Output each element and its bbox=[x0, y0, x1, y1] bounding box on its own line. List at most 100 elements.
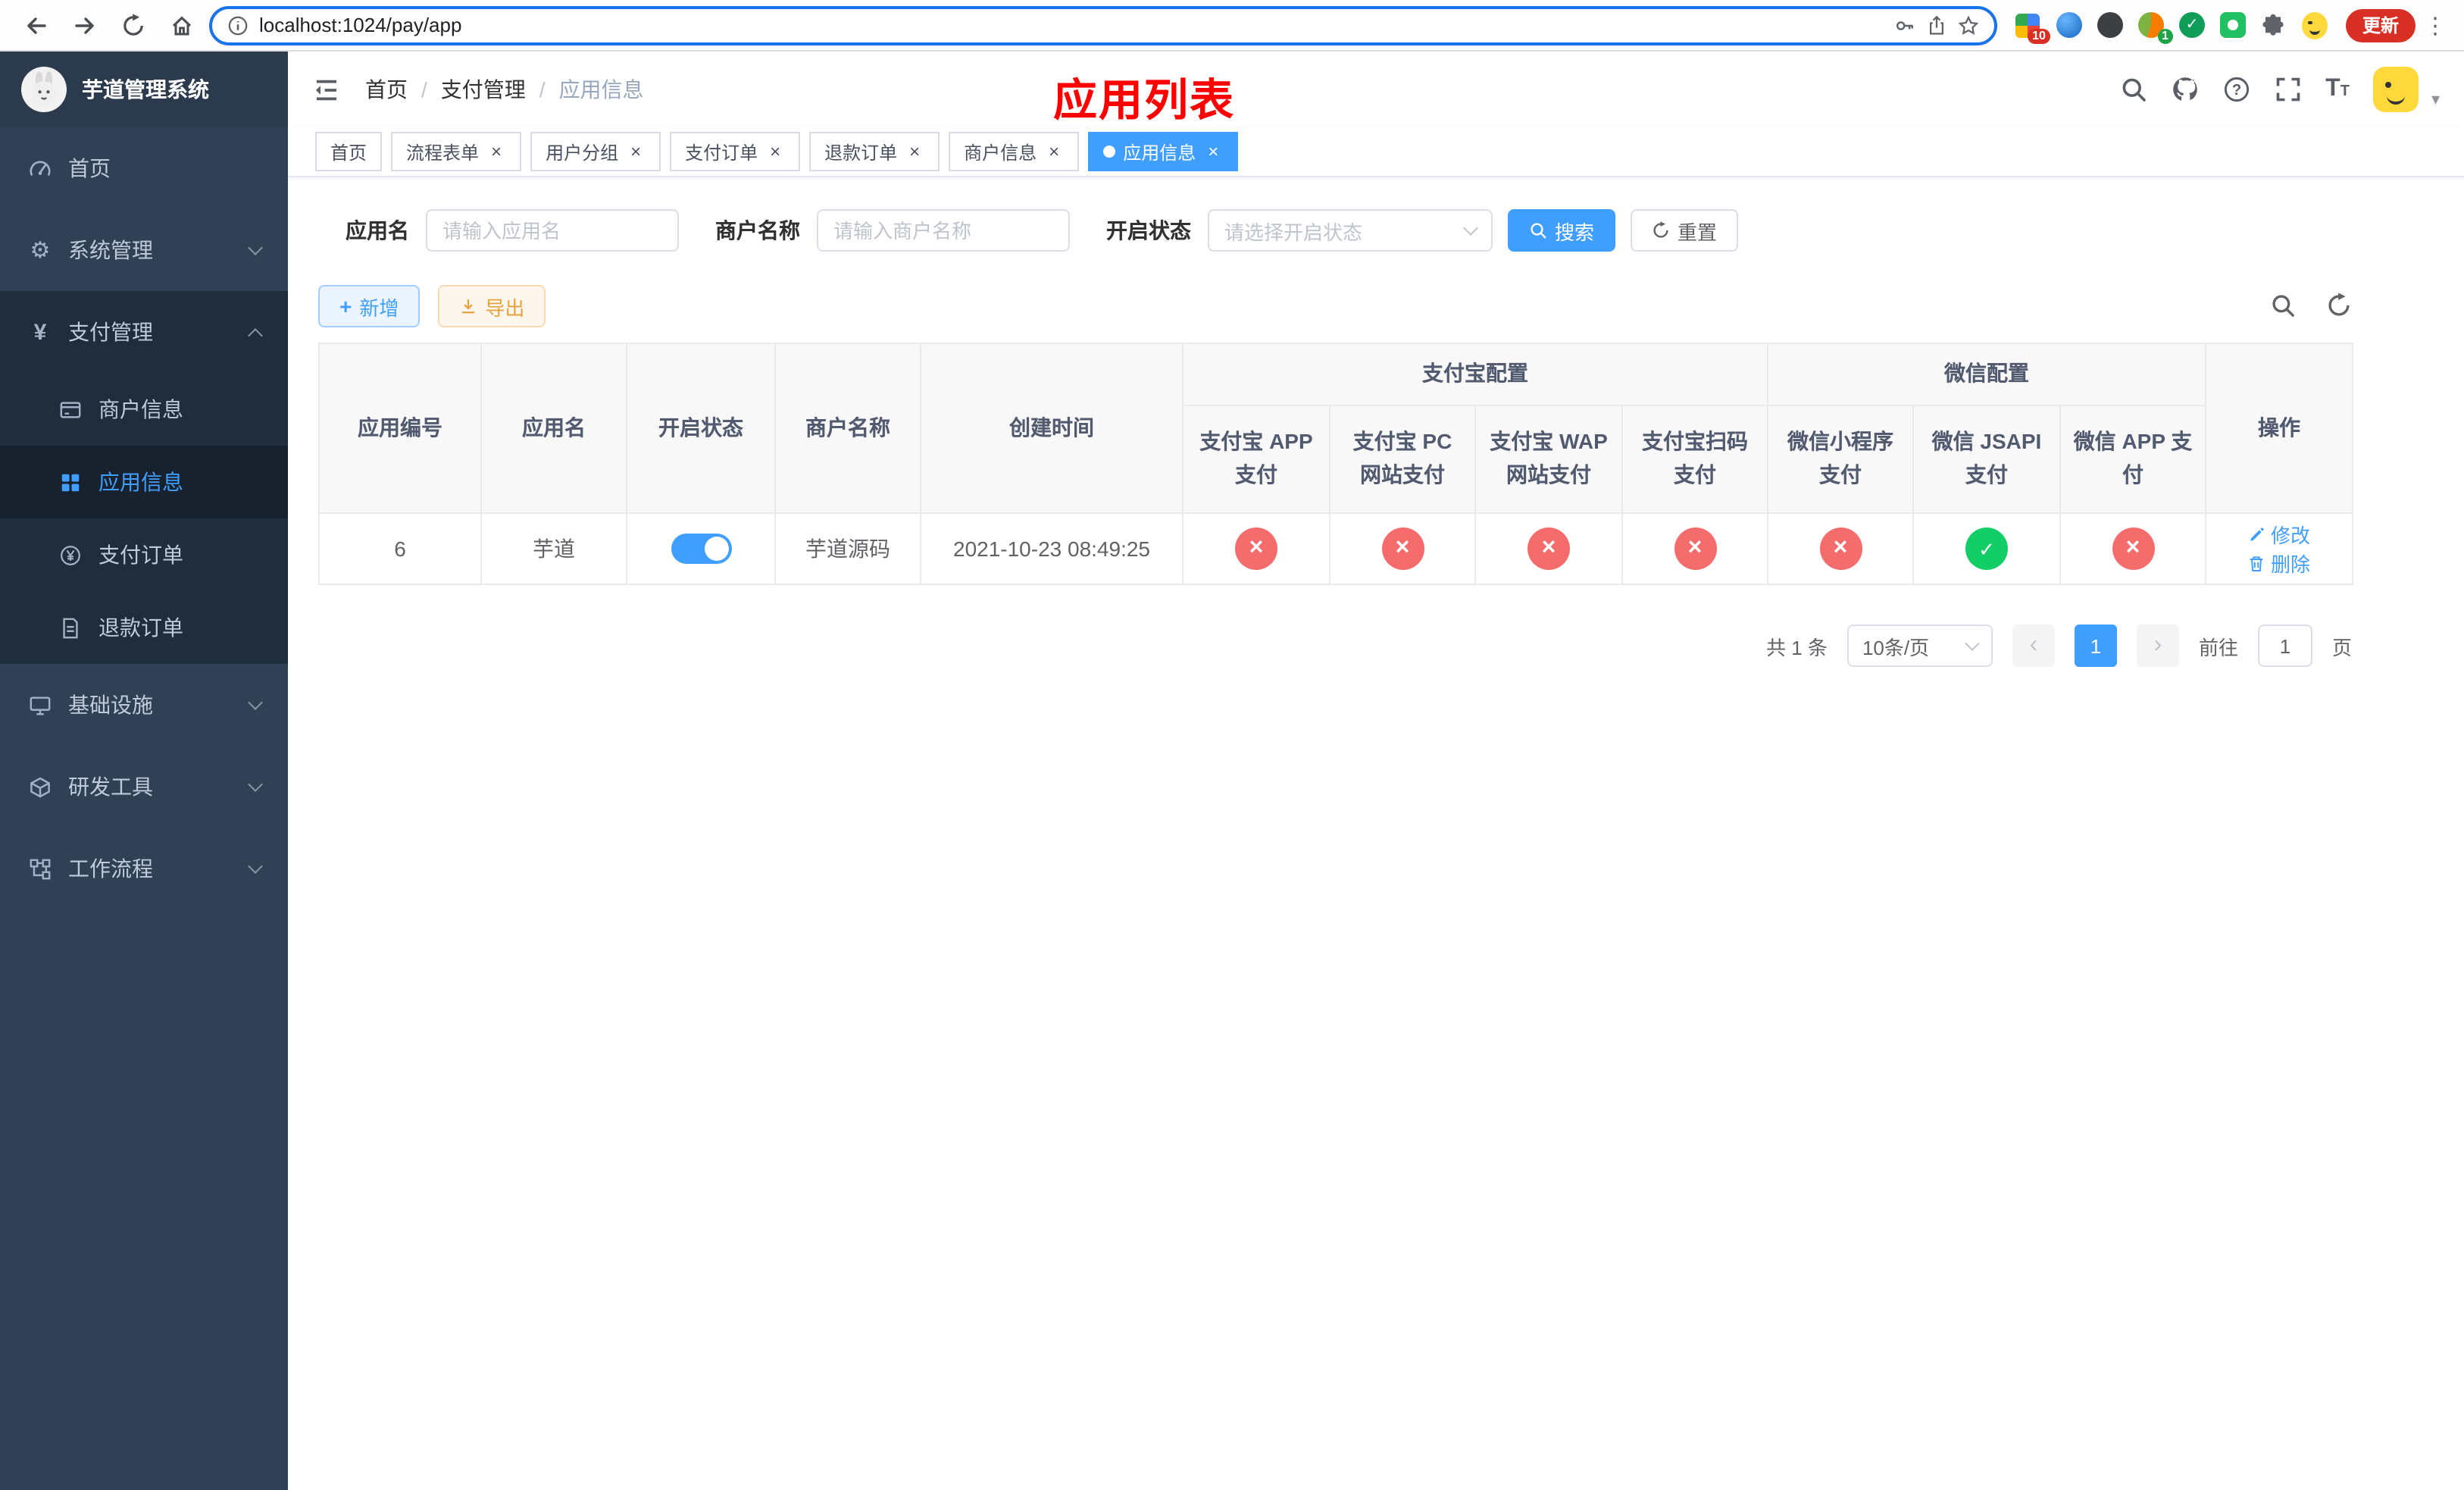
tab-home[interactable]: 首页 bbox=[315, 132, 383, 171]
col-wechat-jsapi: 微信 JSAPI 支付 bbox=[1912, 405, 2061, 514]
site-info-icon[interactable] bbox=[227, 14, 249, 36]
chevron-up-icon bbox=[248, 327, 263, 343]
status-label: 开启状态 bbox=[1106, 218, 1191, 243]
page-unit-label: 页 bbox=[2331, 636, 2352, 659]
chevron-down-icon bbox=[248, 239, 263, 255]
tab-app-info[interactable]: 应用信息 × bbox=[1088, 132, 1239, 171]
reload-button[interactable] bbox=[112, 4, 155, 46]
extension-badge: 10 bbox=[2028, 29, 2050, 44]
caret-down-icon[interactable]: ▾ bbox=[2431, 89, 2440, 112]
sidebar-item-home[interactable]: 首页 bbox=[0, 127, 288, 209]
extension-icon-avatar[interactable]: 1 bbox=[2137, 12, 2173, 44]
tab-refund-order[interactable]: 退款订单 × bbox=[809, 132, 940, 171]
bookmark-star-icon[interactable] bbox=[1958, 14, 1979, 36]
plus-icon: + bbox=[339, 294, 352, 318]
col-alipay-pc: 支付宝 PC 网站支付 bbox=[1329, 405, 1476, 514]
status-toggle[interactable] bbox=[671, 534, 731, 564]
share-icon[interactable] bbox=[1926, 14, 1947, 36]
edit-link[interactable]: 修改 bbox=[2248, 520, 2310, 549]
prev-page-button[interactable]: ‹ bbox=[2012, 624, 2055, 667]
extension-icon-grid[interactable]: 10 bbox=[2015, 12, 2050, 44]
next-page-button[interactable]: › bbox=[2136, 624, 2179, 667]
user-avatar[interactable] bbox=[2373, 67, 2419, 112]
alipay-wap-status-icon bbox=[1527, 527, 1570, 570]
col-wechat-mini: 微信小程序支付 bbox=[1767, 405, 1914, 514]
search-button[interactable]: 搜索 bbox=[1508, 209, 1616, 252]
reset-button[interactable]: 重置 bbox=[1631, 209, 1739, 252]
tab-user-group[interactable]: 用户分组 × bbox=[530, 132, 661, 171]
yen-icon: ¥ bbox=[33, 319, 47, 345]
close-icon[interactable]: × bbox=[486, 142, 506, 161]
goto-page-input[interactable] bbox=[2257, 624, 2312, 667]
goto-label: 前往 bbox=[2198, 636, 2238, 659]
close-icon[interactable]: × bbox=[1203, 142, 1223, 161]
font-size-icon[interactable]: TT bbox=[2325, 77, 2350, 102]
tab-payment-order[interactable]: 支付订单 × bbox=[670, 132, 801, 171]
close-icon[interactable]: × bbox=[905, 142, 924, 161]
close-icon[interactable]: × bbox=[626, 142, 646, 161]
extension-icon-green-check[interactable]: ✓ bbox=[2178, 12, 2205, 38]
sidebar-item-payment[interactable]: ¥ 支付管理 bbox=[0, 291, 288, 373]
extensions-puzzle-icon[interactable] bbox=[2261, 12, 2287, 38]
sidebar-item-workflow[interactable]: 工作流程 bbox=[0, 828, 288, 909]
search-icon[interactable] bbox=[2119, 76, 2147, 103]
app-logo-row[interactable]: 芋道管理系统 bbox=[0, 52, 288, 127]
address-bar[interactable]: localhost:1024/pay/app bbox=[209, 5, 1997, 45]
add-button[interactable]: + 新增 bbox=[318, 285, 421, 327]
tab-merchant-info[interactable]: 商户信息 × bbox=[949, 132, 1080, 171]
refresh-table-icon[interactable] bbox=[2326, 293, 2352, 320]
forward-button[interactable] bbox=[64, 4, 106, 46]
sidebar-subitem-app-info[interactable]: 应用信息 bbox=[0, 446, 288, 518]
tags-view-bar: 首页 流程表单 × 用户分组 × 支付订单 × 退款订单 × 商户信息 × 应用信息 × bbox=[288, 127, 2464, 177]
col-alipay-qr: 支付宝扫码支付 bbox=[1621, 405, 1768, 514]
close-icon[interactable]: × bbox=[765, 142, 785, 161]
password-key-icon[interactable] bbox=[1894, 14, 1915, 36]
delete-link[interactable]: 删除 bbox=[2248, 549, 2310, 578]
sidebar-subitem-refund-order[interactable]: 退款订单 bbox=[0, 591, 288, 664]
breadcrumb-item-home[interactable]: 首页 bbox=[365, 74, 408, 105]
total-count: 共 1 条 bbox=[1766, 636, 1828, 659]
browser-toolbar: localhost:1024/pay/app 10 1 ✓ 更新 ⋮ bbox=[0, 0, 2464, 52]
cell-app-name: 芋道 bbox=[480, 512, 627, 585]
browser-menu-button[interactable]: ⋮ bbox=[2422, 11, 2449, 39]
help-icon[interactable] bbox=[2222, 76, 2250, 103]
back-button[interactable] bbox=[15, 4, 58, 46]
sidebar-toggle-button[interactable] bbox=[312, 75, 341, 104]
merchant-name-input[interactable] bbox=[817, 209, 1070, 252]
page-size-select[interactable]: 10条/页 bbox=[1846, 624, 1993, 667]
tab-process-form[interactable]: 流程表单 × bbox=[391, 132, 522, 171]
extension-icon-blue[interactable] bbox=[2056, 12, 2082, 38]
cell-merchant: 芋道源码 bbox=[774, 512, 921, 585]
close-icon[interactable]: × bbox=[1044, 142, 1064, 161]
document-icon bbox=[58, 616, 83, 639]
wechat-mini-status-icon bbox=[1819, 527, 1862, 570]
active-dot bbox=[1103, 146, 1116, 158]
breadcrumb-item-payment[interactable]: 支付管理 bbox=[441, 74, 526, 105]
status-select[interactable]: 请选择开启状态 bbox=[1208, 209, 1493, 252]
toggle-search-icon[interactable] bbox=[2270, 293, 2296, 320]
browser-profile-avatar[interactable] bbox=[2301, 11, 2328, 39]
sidebar-subitem-merchant-info[interactable]: 商户信息 bbox=[0, 373, 288, 446]
browser-update-button[interactable]: 更新 bbox=[2345, 8, 2416, 42]
fullscreen-icon[interactable] bbox=[2274, 76, 2301, 103]
sidebar-item-infrastructure[interactable]: 基础设施 bbox=[0, 664, 288, 746]
github-icon[interactable] bbox=[2171, 76, 2198, 103]
alipay-pc-status-icon bbox=[1381, 527, 1424, 570]
url-text[interactable]: localhost:1024/pay/app bbox=[259, 14, 1884, 36]
page-number-button[interactable]: 1 bbox=[2074, 624, 2117, 667]
app-name-input[interactable] bbox=[426, 209, 679, 252]
sidebar-item-system[interactable]: ⚙ 系统管理 bbox=[0, 209, 288, 291]
breadcrumb-item-app-info: 应用信息 bbox=[558, 77, 644, 102]
export-button[interactable]: 导出 bbox=[438, 285, 546, 327]
wechat-app-status-icon bbox=[2112, 527, 2154, 570]
alipay-app-status-icon bbox=[1235, 527, 1277, 570]
extension-icon-dark[interactable] bbox=[2097, 12, 2123, 38]
extension-icon-green-square[interactable] bbox=[2219, 12, 2246, 38]
workflow-icon bbox=[27, 857, 53, 880]
filter-form: 应用名 商户名称 开启状态 请选择开启状态 搜索 重置 bbox=[346, 209, 2464, 252]
home-button[interactable] bbox=[161, 4, 203, 46]
dashboard-icon bbox=[27, 157, 53, 180]
wechat-jsapi-status-icon bbox=[1965, 527, 2008, 570]
sidebar-subitem-payment-order[interactable]: 支付订单 bbox=[0, 518, 288, 591]
sidebar-item-devtools[interactable]: 研发工具 bbox=[0, 746, 288, 828]
